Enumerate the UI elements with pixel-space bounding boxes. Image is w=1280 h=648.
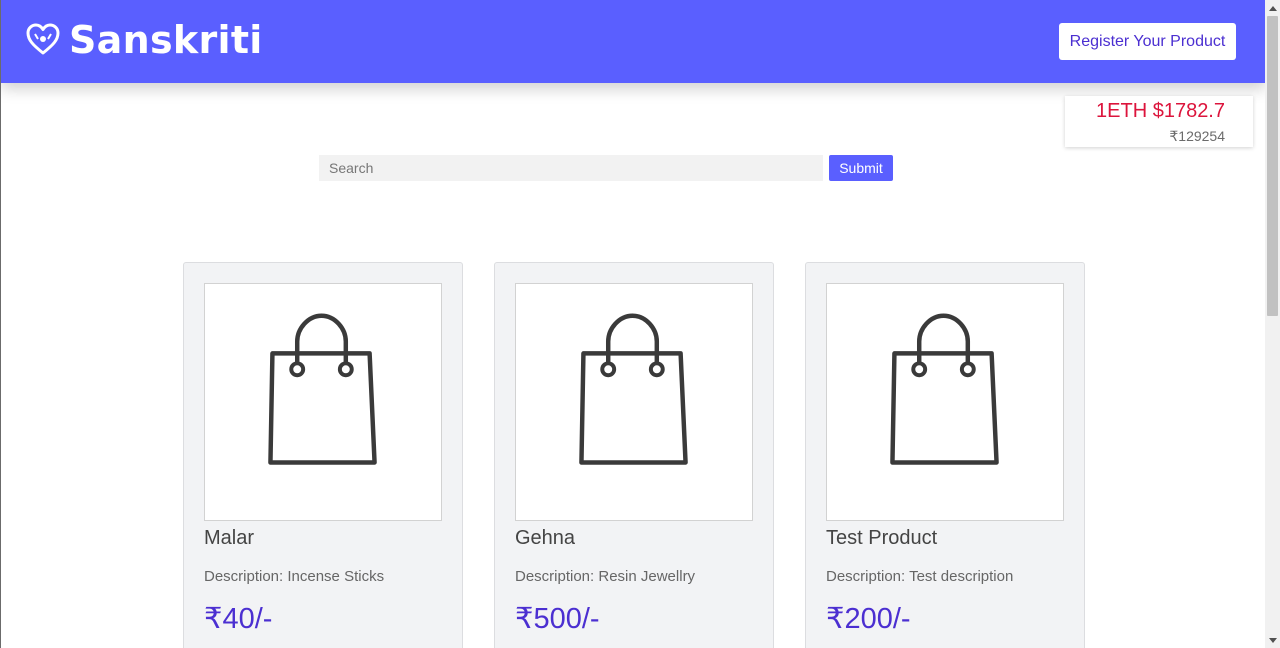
page: Sanskriti Register Your Product 1ETH $17… [0,0,1265,648]
register-product-button[interactable]: Register Your Product [1059,23,1236,60]
shopping-bag-icon [268,313,377,465]
eth-usd-rate: 1ETH $1782.7 [1096,100,1225,122]
search-input[interactable] [319,155,823,181]
search-submit-button[interactable]: Submit [829,155,893,181]
brand-logo[interactable]: Sanskriti [25,18,263,62]
product-image [204,283,442,521]
brand-name: Sanskriti [69,18,263,62]
shopping-bag-icon [890,313,999,465]
top-header: Sanskriti Register Your Product [1,0,1265,83]
product-image [515,283,753,521]
eth-rate-widget: 1ETH $1782.7 ₹129254 [1065,96,1253,147]
product-image [826,283,1064,521]
product-description: Description: Resin Jewellry [515,568,696,585]
scroll-up-icon[interactable] [1265,0,1280,15]
product-price: ₹200/- [826,603,911,635]
product-card[interactable]: Gehna Description: Resin Jewellry ₹500/- [494,262,774,648]
product-price: ₹40/- [204,603,273,635]
scrollbar-thumb[interactable] [1267,16,1278,316]
product-name: Gehna [515,527,576,549]
product-description: Description: Incense Sticks [204,568,385,585]
shopping-bag-icon [579,313,688,465]
product-card[interactable]: Test Product Description: Test descripti… [805,262,1085,648]
product-description: Description: Test description [826,568,1014,585]
eth-inr-rate: ₹129254 [1169,128,1225,144]
product-price: ₹500/- [515,603,600,635]
product-card[interactable]: Malar Description: Incense Sticks ₹40/- [183,262,463,648]
heart-logo-icon [26,23,60,55]
product-name: Malar [204,527,255,549]
vertical-scrollbar[interactable] [1265,0,1280,648]
product-name: Test Product [826,527,938,549]
scroll-down-icon[interactable] [1265,633,1280,648]
